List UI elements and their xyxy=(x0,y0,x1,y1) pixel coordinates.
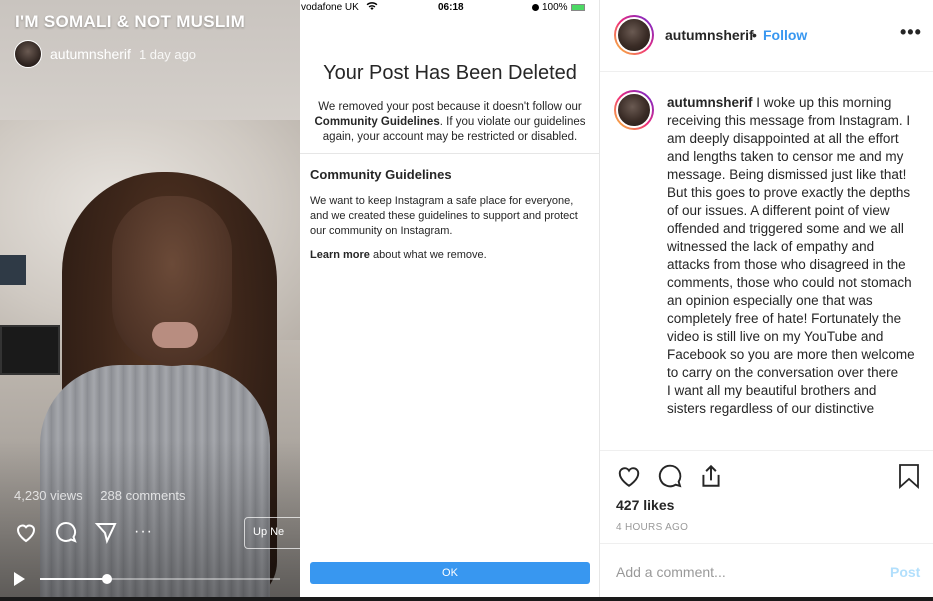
bookmark-icon[interactable] xyxy=(898,463,920,489)
guidelines-link[interactable]: Community Guidelines xyxy=(314,116,439,128)
caption-text: I woke up this morning receiving this me… xyxy=(667,95,915,380)
divider xyxy=(300,153,600,154)
wifi-icon xyxy=(366,2,378,10)
learn-more-text: about what we remove. xyxy=(369,249,487,261)
avatar-image xyxy=(616,92,652,128)
avatar-image xyxy=(616,17,652,53)
bottom-strip xyxy=(0,597,933,601)
comment-bar: Post xyxy=(600,543,933,600)
learn-more-link[interactable]: Learn more xyxy=(310,249,370,261)
video-title: I'M SOMALI & NOT MUSLIM xyxy=(15,12,246,31)
caption: autumnsherif I woke up this morning rece… xyxy=(667,94,917,418)
video-progress[interactable] xyxy=(40,574,280,584)
action-bar: 427 likes 4 HOURS AGO Post xyxy=(600,450,933,601)
avatar[interactable] xyxy=(614,15,654,55)
post-header: autumnsherif • Follow ••• xyxy=(600,0,933,72)
action-icons xyxy=(616,463,724,489)
video-progress-fill xyxy=(40,578,108,580)
heart-icon[interactable] xyxy=(616,463,642,489)
caption-text-2: I want all my beautiful brothers and sis… xyxy=(667,383,877,416)
comment-icon[interactable] xyxy=(657,463,683,489)
notice-text-1: We removed your post because it doesn't … xyxy=(318,101,582,113)
video-tv xyxy=(0,325,60,375)
up-next-button[interactable]: Up Ne xyxy=(244,517,300,549)
post-timestamp: 4 HOURS AGO xyxy=(616,522,689,533)
post-comment-button[interactable]: Post xyxy=(890,564,920,580)
carrier: vodafone UK xyxy=(301,2,359,13)
guidelines-body: We want to keep Instagram a safe place f… xyxy=(310,195,578,237)
removal-notice: We removed your post because it doesn't … xyxy=(310,100,590,145)
play-icon[interactable] xyxy=(14,572,25,586)
battery-status: 100% xyxy=(532,2,585,13)
avatar[interactable] xyxy=(14,40,42,68)
video-views: 4,230 views xyxy=(14,488,83,503)
follow-button[interactable]: Follow xyxy=(763,27,807,43)
phone-screenshot: vodafone UK 06:18 100% Your Post Has Bee… xyxy=(300,0,600,601)
video-comments-count: 288 comments xyxy=(100,488,186,503)
video-more-button[interactable]: ··· xyxy=(134,523,153,541)
header-username[interactable]: autumnsherif xyxy=(665,27,754,43)
up-next-label: Up Ne xyxy=(253,526,285,538)
caption-username[interactable]: autumnsherif xyxy=(667,95,753,110)
share-icon[interactable] xyxy=(94,520,118,544)
avatar[interactable] xyxy=(614,90,654,130)
comment-input[interactable] xyxy=(616,564,866,580)
share-icon[interactable] xyxy=(698,463,724,489)
clock: 06:18 xyxy=(438,2,464,13)
battery-icon xyxy=(570,4,585,11)
more-options-button[interactable]: ••• xyxy=(900,22,922,43)
video-time: 1 day ago xyxy=(138,46,197,62)
likes-count[interactable]: 427 likes xyxy=(616,497,674,513)
video-person-lips xyxy=(152,322,198,348)
battery-percent: 100% xyxy=(542,2,568,13)
heart-icon[interactable] xyxy=(14,520,38,544)
status-bar: vodafone UK 06:18 100% xyxy=(300,0,600,14)
video-user[interactable]: autumnsherif 1 day ago xyxy=(14,40,196,68)
video-username[interactable]: autumnsherif xyxy=(50,46,131,62)
page-title: Your Post Has Been Deleted xyxy=(323,62,577,84)
alarm-icon xyxy=(532,4,539,11)
ok-button[interactable]: OK xyxy=(310,562,590,584)
video-stats: 4,230 views 288 comments xyxy=(14,488,200,503)
caption-scroll[interactable]: autumnsherif I woke up this morning rece… xyxy=(600,72,933,448)
section-heading: Community Guidelines xyxy=(310,167,452,182)
learn-more: Learn more about what we remove. xyxy=(310,249,487,261)
video-shelf xyxy=(0,255,26,285)
video-actions: ··· xyxy=(14,520,153,544)
separator-dot: • xyxy=(752,27,757,43)
video-panel[interactable]: I'M SOMALI & NOT MUSLIM autumnsherif 1 d… xyxy=(0,0,300,601)
post-panel: autumnsherif • Follow ••• autumnsherif I… xyxy=(600,0,933,601)
comment-icon[interactable] xyxy=(54,520,78,544)
